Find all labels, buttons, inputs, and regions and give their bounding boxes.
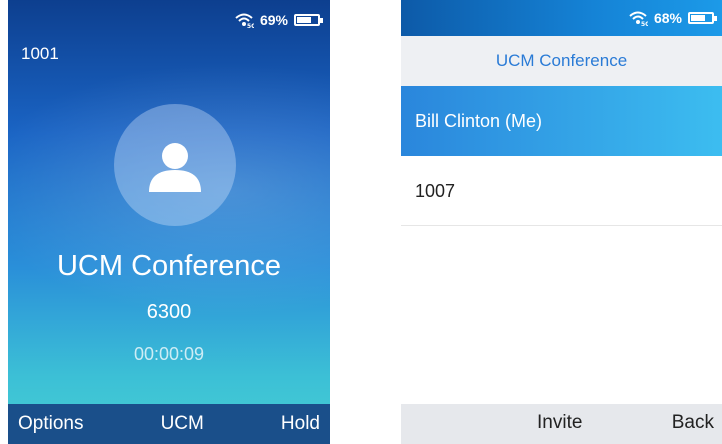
- call-timer: 00:00:09: [133, 344, 205, 364]
- battery-icon: [688, 12, 717, 24]
- ucm-softkey[interactable]: UCM: [161, 413, 204, 435]
- options-softkey[interactable]: Options: [18, 413, 83, 435]
- status-bar: 5G 69%: [234, 12, 323, 28]
- hold-softkey[interactable]: Hold: [281, 413, 320, 435]
- call-name: UCM Conference: [56, 250, 282, 282]
- svg-text:5G: 5G: [247, 23, 254, 28]
- call-number: 6300: [146, 301, 192, 323]
- wifi-5g-icon: 5G: [628, 10, 648, 26]
- status-bar: 5G 68%: [401, 0, 722, 36]
- participant-row-selected[interactable]: Bill Clinton (Me): [401, 86, 722, 156]
- call-screen: 5G 69% 1001 UCM Conference 6300 00:00:09…: [8, 0, 330, 444]
- battery-fill: [691, 15, 705, 21]
- softkey-bar: Options UCM Hold: [8, 404, 330, 444]
- person-icon: [149, 143, 201, 192]
- conference-screen: 5G 68% UCM Conference Bill Clinton (Me) …: [401, 0, 722, 444]
- wifi-5g-icon: 5G: [234, 12, 254, 28]
- account-label: 1001: [21, 44, 59, 63]
- participant-row[interactable]: 1007: [401, 156, 722, 226]
- battery-percent: 69%: [259, 12, 288, 28]
- contact-avatar: [114, 104, 236, 226]
- battery-fill: [297, 17, 311, 23]
- battery-icon: [294, 14, 323, 26]
- battery-percent: 68%: [653, 10, 682, 26]
- invite-softkey[interactable]: Invite: [537, 412, 582, 434]
- svg-text:5G: 5G: [641, 21, 648, 26]
- back-softkey[interactable]: Back: [672, 412, 714, 434]
- page-title: UCM Conference: [401, 36, 722, 86]
- softkey-bar: Invite Back: [401, 404, 722, 444]
